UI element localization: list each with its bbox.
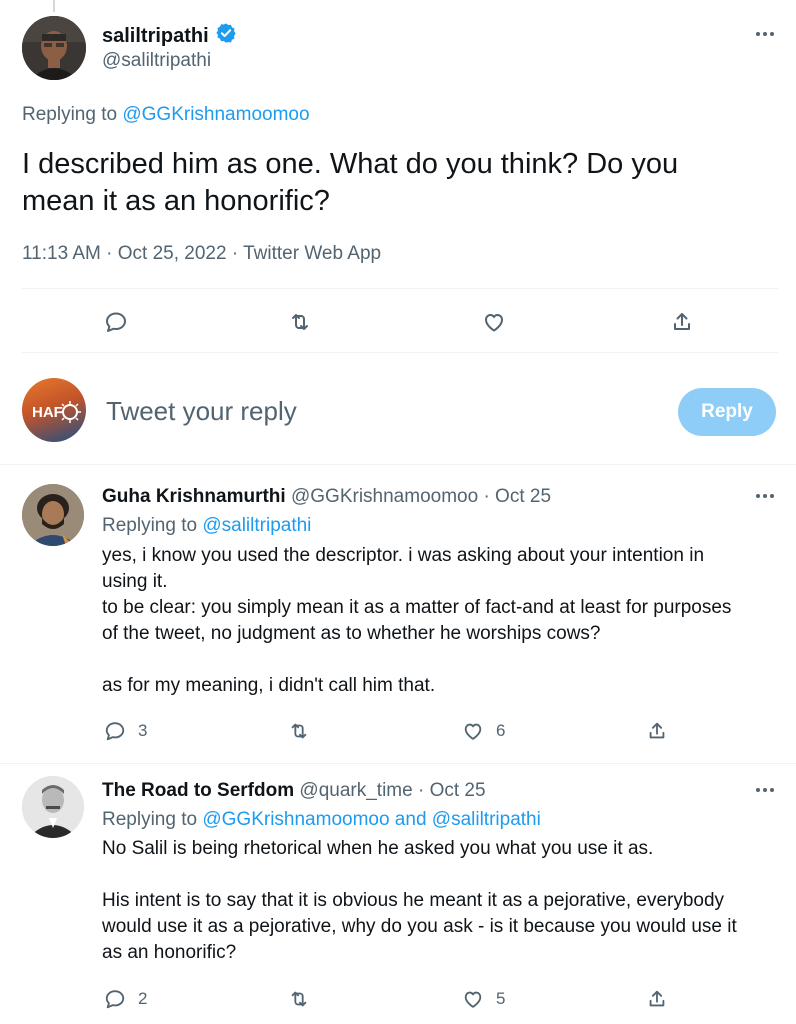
reply-text-line: No Salil is being rhetorical when he ask…	[102, 838, 654, 859]
reply-author-handle[interactable]: @GGKrishnamoomoo	[291, 486, 478, 507]
thread-line	[53, 0, 55, 12]
like-button[interactable]: 6	[462, 720, 505, 742]
replying-prefix: Replying to	[102, 809, 198, 830]
reply-text-line: as an honorific?	[102, 942, 237, 963]
more-options-icon[interactable]	[756, 788, 774, 792]
main-author-name[interactable]: saliltripathi	[102, 25, 209, 48]
more-options-icon[interactable]	[756, 32, 774, 36]
share-button[interactable]	[646, 988, 668, 1010]
reply-button[interactable]: 2	[104, 988, 147, 1010]
reply-replying-to: Replying to @saliltripathi	[102, 515, 311, 537]
verified-badge-icon	[215, 22, 237, 50]
reply-header: The Road to Serfdom @quark_time · Oct 25	[102, 780, 486, 802]
like-button[interactable]	[482, 310, 506, 334]
main-tweet-text-line: mean it as an honorific?	[22, 185, 330, 217]
replying-to-link[interactable]: @saliltripathi	[202, 515, 311, 536]
composer-avatar[interactable]: HAF	[22, 378, 86, 442]
share-icon	[649, 722, 665, 739]
replying-prefix: Replying to	[102, 515, 198, 536]
like-icon	[464, 991, 482, 1008]
reply-count: 3	[138, 721, 148, 740]
retweet-icon	[291, 991, 307, 1007]
divider	[0, 464, 796, 465]
reply-header: Guha Krishnamurthi @GGKrishnamoomoo · Oc…	[102, 486, 551, 508]
main-author-name-row[interactable]: saliltripathi	[102, 22, 237, 50]
main-author-handle[interactable]: @saliltripathi	[102, 50, 211, 72]
reply-date[interactable]: · Oct 25	[418, 780, 486, 801]
reply-icon	[106, 312, 126, 332]
reply-text-line: as for my meaning, i didn't call him tha…	[102, 675, 436, 696]
reply-text-line: would use it as a pejorative, why do you…	[102, 916, 737, 937]
reply-submit-button[interactable]: Reply	[678, 388, 776, 436]
reply-text-line: using it.	[102, 571, 168, 592]
composer-avatar-text: HAF	[32, 404, 63, 421]
reply-author-avatar[interactable]	[22, 484, 84, 546]
reply-date[interactable]: · Oct 25	[483, 486, 551, 507]
reply-icon	[105, 990, 125, 1009]
divider	[0, 763, 796, 764]
like-icon	[464, 723, 482, 740]
replying-to-link[interactable]: @GGKrishnamoomoo	[122, 104, 309, 125]
reply-input[interactable]: Tweet your reply	[106, 396, 297, 427]
share-button[interactable]	[670, 310, 694, 334]
main-replying-to: Replying to @GGKrishnamoomoo	[22, 104, 310, 126]
reply-count: 2	[138, 989, 148, 1008]
like-count: 5	[496, 989, 506, 1008]
reply-button[interactable]	[104, 310, 128, 334]
like-count: 6	[496, 721, 506, 740]
reply-replying-to: Replying to @GGKrishnamoomoo and @salilt…	[102, 809, 541, 831]
main-tweet-text-line: I described him as one. What do you thin…	[22, 148, 679, 180]
reply-author-name[interactable]: The Road to Serfdom	[102, 780, 294, 801]
reply-text-line: to be clear: you simply mean it as a mat…	[102, 597, 732, 618]
divider	[22, 288, 778, 289]
replying-to-link[interactable]: @GGKrishnamoomoo and @saliltripathi	[202, 809, 541, 830]
retweet-button[interactable]	[288, 988, 310, 1010]
reply-text-line: yes, i know you used the descriptor. i w…	[102, 545, 705, 566]
reply-text: No Salil is being rhetorical when he ask…	[102, 836, 782, 966]
replying-prefix: Replying to	[22, 104, 118, 125]
reply-text-line: of the tweet, no judgment as to whether …	[102, 623, 601, 644]
like-button[interactable]: 5	[462, 988, 505, 1010]
retweet-icon	[292, 314, 308, 330]
retweet-button[interactable]	[288, 720, 310, 742]
retweet-icon	[291, 723, 307, 739]
share-button[interactable]	[646, 720, 668, 742]
main-author-avatar[interactable]	[22, 16, 86, 80]
reply-author-name[interactable]: Guha Krishnamurthi	[102, 486, 286, 507]
more-options-icon[interactable]	[756, 494, 774, 498]
like-icon	[485, 314, 503, 332]
reply-text: yes, i know you used the descriptor. i w…	[102, 543, 782, 699]
reply-button[interactable]: 3	[104, 720, 147, 742]
reply-text-line: His intent is to say that it is obvious …	[102, 890, 725, 911]
divider	[22, 352, 778, 353]
tweet-timestamp[interactable]: 11:13 AM · Oct 25, 2022 · Twitter Web Ap…	[22, 243, 381, 265]
reply-icon	[105, 722, 125, 741]
share-icon	[649, 990, 665, 1007]
share-icon	[674, 313, 690, 330]
main-tweet-text: I described him as one. What do you thin…	[22, 146, 762, 220]
reply-author-avatar[interactable]	[22, 776, 84, 838]
reply-author-handle[interactable]: @quark_time	[299, 780, 412, 801]
retweet-button[interactable]	[288, 310, 312, 334]
